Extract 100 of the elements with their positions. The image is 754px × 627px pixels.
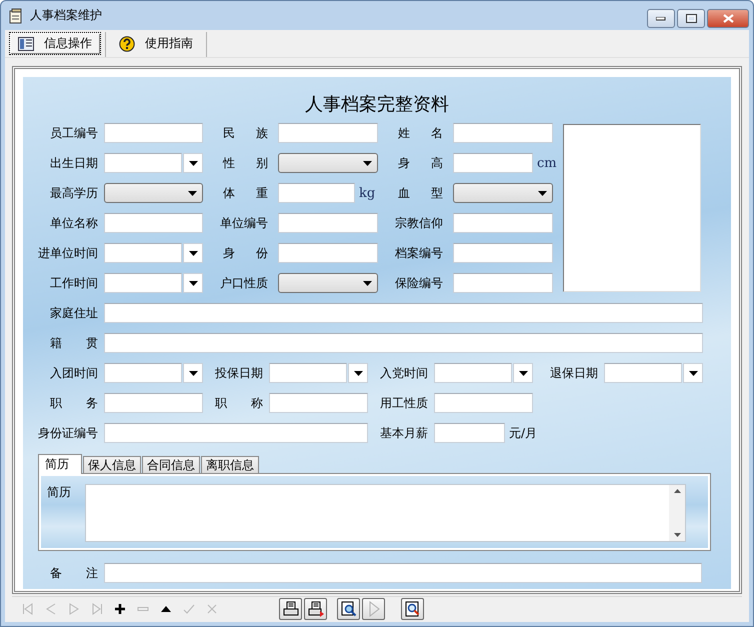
dropdown-button[interactable]: [183, 243, 203, 263]
toolbar-button[interactable]: 信息操作: [9, 32, 101, 55]
input-field[interactable]: [434, 393, 533, 413]
input-field[interactable]: [453, 243, 553, 263]
cross-icon: [206, 603, 218, 615]
date-field[interactable]: [104, 153, 182, 173]
magnifier-page-icon: [340, 601, 356, 617]
date-field[interactable]: [104, 273, 182, 293]
field-label: 职 称: [215, 394, 263, 412]
input-field[interactable]: [453, 273, 553, 293]
field-label: 入团时间: [50, 364, 98, 382]
unit-label: cm: [537, 156, 557, 170]
help-icon: [119, 36, 135, 52]
form-title: 人事档案完整资料: [304, 93, 450, 117]
caret-icon: [538, 190, 547, 196]
field-label: 体 重: [223, 184, 268, 202]
dropdown-field[interactable]: [278, 273, 378, 293]
tab[interactable]: 离职信息: [201, 456, 259, 473]
field-label: 宗教信仰: [395, 214, 443, 232]
input-field[interactable]: [104, 333, 703, 353]
unit-label: 元/月: [509, 424, 538, 442]
toolbar-button[interactable]: 使用指南: [110, 32, 202, 55]
input-field[interactable]: [278, 123, 378, 143]
field-label: 民 族: [223, 124, 268, 142]
tab[interactable]: 简历: [38, 454, 82, 474]
report-button[interactable]: [401, 598, 424, 620]
input-field[interactable]: [104, 423, 368, 443]
field-label: 姓 名: [398, 124, 443, 142]
date-field[interactable]: [269, 363, 347, 383]
caret-icon: [188, 190, 197, 196]
input-field[interactable]: [453, 123, 553, 143]
input-field[interactable]: [104, 563, 702, 583]
close-button[interactable]: [707, 9, 749, 28]
input-field[interactable]: [453, 213, 553, 233]
input-field[interactable]: [104, 303, 703, 323]
field-label: 身 高: [398, 154, 443, 172]
scroll-down-icon: [674, 533, 680, 537]
report-button[interactable]: [304, 598, 327, 620]
field-label: 户口性质: [220, 274, 268, 292]
field-label: 基本月薪: [380, 424, 428, 442]
input-field[interactable]: [453, 153, 533, 173]
dropdown-button[interactable]: [683, 363, 703, 383]
field-label: 单位名称: [50, 214, 98, 232]
input-field[interactable]: [434, 423, 505, 443]
input-field[interactable]: [278, 183, 355, 203]
date-field[interactable]: [104, 363, 182, 383]
plus-icon: [114, 603, 126, 615]
field-label: 用工性质: [380, 394, 428, 412]
caret-icon: [363, 160, 372, 166]
field-label: 性 别: [223, 154, 268, 172]
field-label: 备 注: [50, 564, 98, 582]
field-label: 身 份: [223, 244, 268, 262]
caret-icon: [518, 370, 528, 376]
dropdown-field[interactable]: [278, 153, 378, 173]
tab[interactable]: 合同信息: [142, 456, 200, 473]
dropdown-button[interactable]: [183, 153, 203, 173]
caret-icon: [188, 280, 198, 286]
report-button[interactable]: [337, 598, 360, 620]
input-field[interactable]: [104, 393, 203, 413]
field-label: 保险编号: [395, 274, 443, 292]
field-label: 投保日期: [215, 364, 263, 382]
caret-icon: [688, 370, 698, 376]
minimize-icon: [656, 16, 666, 20]
field-label: 家庭住址: [50, 304, 98, 322]
caret-icon: [188, 250, 198, 256]
scrollbar[interactable]: [669, 485, 685, 541]
close-icon: [722, 14, 734, 23]
previous-icon: [44, 603, 56, 615]
dropdown-field[interactable]: [453, 183, 553, 203]
date-field[interactable]: [604, 363, 682, 383]
input-field[interactable]: [269, 393, 368, 413]
minimize-button[interactable]: [647, 9, 675, 28]
date-field[interactable]: [434, 363, 512, 383]
caret-icon: [188, 160, 198, 166]
input-field[interactable]: [104, 213, 203, 233]
window-title: 人事档案维护: [30, 7, 103, 24]
next-icon: [68, 603, 80, 615]
last-record-icon: [90, 603, 102, 615]
field-label: 进单位时间: [38, 244, 98, 262]
check-icon: [182, 603, 194, 615]
input-field[interactable]: [278, 213, 378, 233]
dropdown-button[interactable]: [183, 273, 203, 293]
maximize-icon: [686, 14, 696, 23]
maximize-button[interactable]: [677, 9, 705, 28]
input-field[interactable]: [104, 123, 203, 143]
dropdown-field[interactable]: [104, 183, 203, 203]
app-icon: [8, 8, 24, 24]
input-field[interactable]: [278, 243, 378, 263]
field-label: 单位编号: [220, 214, 268, 232]
tab[interactable]: 保人信息: [83, 456, 141, 473]
field-label: 身份证编号: [38, 424, 98, 442]
field-label: 职 务: [50, 394, 98, 412]
dropdown-button[interactable]: [183, 363, 203, 383]
field-label: 最高学历: [50, 184, 98, 202]
scroll-up-icon: [674, 489, 680, 493]
dropdown-button[interactable]: [348, 363, 368, 383]
date-field[interactable]: [104, 243, 182, 263]
dropdown-button[interactable]: [513, 363, 533, 383]
field-label: 员工编号: [50, 124, 98, 142]
report-button[interactable]: [279, 598, 302, 620]
